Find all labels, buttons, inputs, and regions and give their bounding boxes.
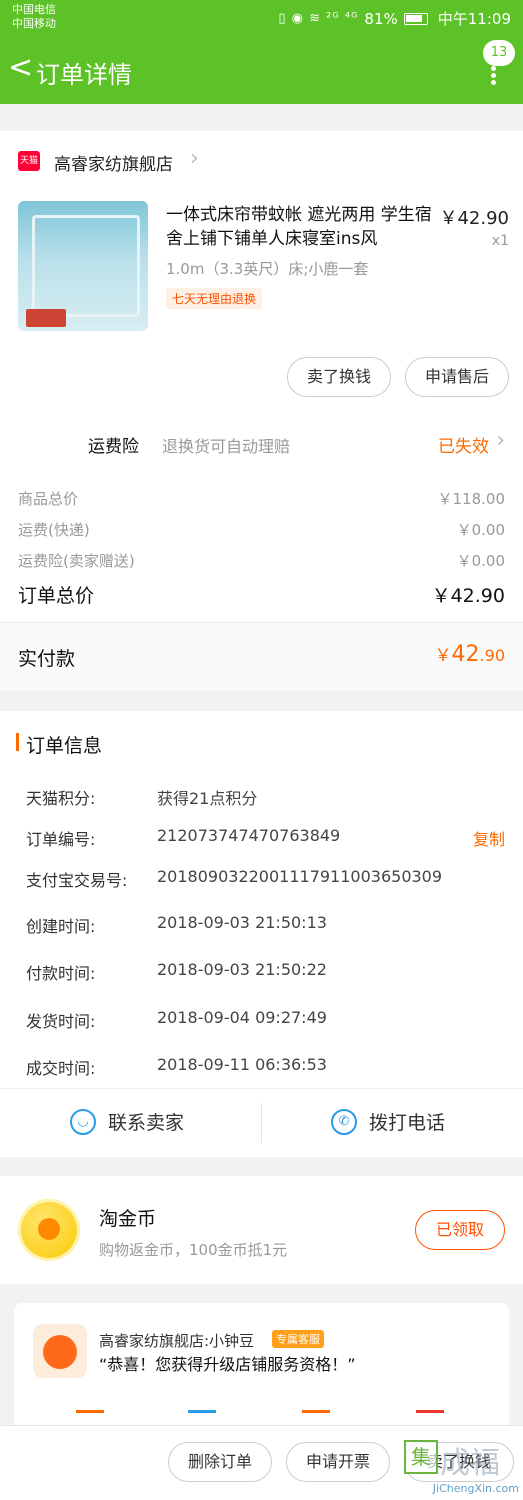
copy-button[interactable]: 复制	[473, 826, 505, 850]
watermark-text: 成福	[440, 1446, 500, 1481]
insurance-desc: 退换货可自动理赔	[162, 437, 291, 456]
order-total-label: 订单总价	[18, 585, 95, 607]
battery-icon	[403, 12, 428, 25]
chevron-right-icon: ›	[190, 146, 199, 171]
info-value: 2018090322001117911003650309	[157, 867, 443, 886]
sell-button[interactable]: 卖了换钱	[287, 357, 391, 397]
coin-title: 淘金币	[99, 1208, 157, 1230]
product-thumbnail[interactable]	[18, 201, 148, 331]
paid-currency: ￥	[434, 646, 452, 666]
nav-bar: < 订单详情 13	[0, 38, 523, 104]
message-count-badge: 13	[483, 40, 515, 66]
info-label: 付款时间:	[26, 964, 96, 983]
insurance-label: 运费险	[88, 437, 139, 457]
paid-value: ￥42.90	[435, 641, 505, 667]
service-shortcut-icon[interactable]	[188, 1410, 216, 1424]
watermark-url: JiChengXin.com	[432, 1482, 519, 1495]
tmall-logo-icon: 天猫	[18, 151, 40, 171]
info-label: 订单编号:	[26, 830, 96, 849]
info-label: 成交时间:	[26, 1059, 96, 1078]
order-total-value: ￥42.90	[431, 585, 505, 607]
info-value: 212073747470763849	[157, 826, 341, 845]
goods-total-label: 商品总价	[18, 490, 79, 508]
coin-desc: 购物返金币，100金币抵1元	[99, 1241, 288, 1259]
service-avatar	[33, 1324, 87, 1378]
shipping-insurance-value: ￥0.00	[456, 552, 505, 570]
divider	[261, 1103, 262, 1143]
paid-decimal: .90	[479, 646, 505, 665]
chevron-right-icon: ›	[496, 428, 505, 453]
shipping-insurance-label: 运费险(卖家赠送)	[18, 552, 135, 570]
service-name: 高睿家纺旗舰店:小钟豆	[99, 1332, 255, 1350]
page-title: 订单详情	[36, 61, 132, 89]
contact-seller-label: 联系卖家	[108, 1112, 185, 1134]
divider	[0, 1088, 523, 1089]
call-phone-button[interactable]: ✆ 拨打电话	[331, 1108, 445, 1135]
service-tag: 专属客服	[272, 1330, 324, 1348]
invoice-button[interactable]: 申请开票	[286, 1442, 390, 1482]
contact-seller-button[interactable]: ◡ 联系卖家	[70, 1108, 184, 1135]
order-info-title: 订单信息	[26, 735, 103, 757]
service-shortcut-icon[interactable]	[76, 1410, 104, 1424]
info-label: 支付宝交易号:	[26, 871, 128, 890]
info-value: 2018-09-11 06:36:53	[157, 1055, 327, 1074]
insurance-status[interactable]: 已失效	[438, 432, 489, 457]
section-accent-bar	[16, 733, 19, 751]
product-quantity: x1	[491, 233, 509, 249]
service-shortcut-icon[interactable]	[416, 1410, 444, 1424]
paid-label: 实付款	[18, 648, 76, 670]
info-value: 2018-09-04 09:27:49	[157, 1008, 327, 1027]
service-shortcut-icon[interactable]	[302, 1410, 330, 1424]
more-menu-icon[interactable]	[489, 64, 497, 87]
info-value: 获得21点积分	[157, 789, 258, 808]
carrier-1: 中国电信	[12, 3, 56, 16]
call-phone-label: 拨打电话	[369, 1112, 446, 1134]
service-message[interactable]: “恭喜！您获得升级店铺服务资格！”	[99, 1351, 356, 1375]
info-label: 发货时间:	[26, 1012, 96, 1031]
chat-icon: ◡	[70, 1108, 96, 1135]
product-price: ￥42.90	[439, 208, 509, 229]
delete-order-button[interactable]: 删除订单	[168, 1442, 272, 1482]
back-icon[interactable]: <	[8, 50, 33, 86]
after-sale-button[interactable]: 申请售后	[405, 357, 509, 397]
status-icons: ▯ ◉ ≋ ²ᴳ ⁴ᴳ	[278, 11, 359, 26]
info-value: 2018-09-03 21:50:22	[157, 960, 327, 979]
product-spec: 1.0m（3.3英尺）床;小鹿一套	[166, 260, 369, 278]
shipping-value: ￥0.00	[456, 521, 505, 539]
battery-percent: 81%	[364, 9, 398, 28]
shipping-label: 运费(快递)	[18, 521, 90, 539]
watermark-logo: 集	[404, 1440, 438, 1474]
coin-claimed-button[interactable]: 已领取	[415, 1210, 505, 1250]
return-policy-tag: 七天无理由退换	[166, 288, 263, 309]
gold-coin-icon	[18, 1199, 80, 1261]
paid-integer: 42	[451, 642, 480, 667]
clock: 中午11:09	[437, 10, 511, 28]
phone-icon: ✆	[331, 1108, 357, 1135]
info-value: 2018-09-03 21:50:13	[157, 913, 327, 932]
status-bar: 中国电信 中国移动 ▯ ◉ ≋ ²ᴳ ⁴ᴳ 81% 中午11:09	[0, 0, 523, 38]
carrier-2: 中国移动	[12, 17, 56, 30]
carrier-info: 中国电信 中国移动	[12, 3, 56, 31]
product-title[interactable]: 一体式床帘带蚊帐 遮光两用 学生宿舍上铺下铺单人床寝室ins风	[166, 203, 438, 251]
goods-total-value: ￥118.00	[437, 490, 506, 508]
status-right: ▯ ◉ ≋ ²ᴳ ⁴ᴳ 81% 中午11:09	[278, 8, 511, 29]
info-label: 创建时间:	[26, 917, 96, 936]
info-label: 天猫积分:	[26, 789, 96, 808]
shop-name[interactable]: 高睿家纺旗舰店	[54, 150, 173, 175]
